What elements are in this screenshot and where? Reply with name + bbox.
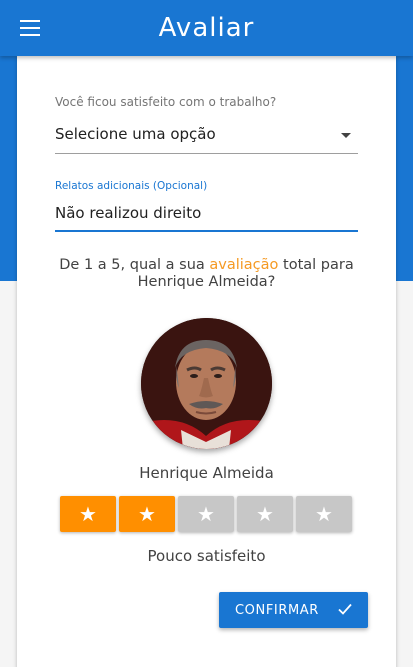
question-highlight: avaliação: [209, 257, 279, 273]
star-button-2[interactable]: ★: [119, 496, 175, 532]
star-button-3[interactable]: ★: [178, 496, 234, 532]
question-worker-name: Henrique Almeida?: [137, 274, 276, 290]
question-text-start: De 1 a 5, qual a sua: [59, 257, 210, 273]
additional-label: Relatos adicionais (Opcional): [55, 180, 208, 192]
avatar: [141, 318, 272, 449]
app-bar: Avaliar: [0, 0, 413, 56]
star-rating: ★ ★ ★ ★ ★: [60, 496, 354, 532]
star-button-5[interactable]: ★: [296, 496, 352, 532]
satisfaction-select[interactable]: Selecione uma opção: [55, 120, 358, 154]
worker-name: Henrique Almeida: [139, 464, 274, 482]
satisfaction-label: Você ficou satisfeito com o trabalho?: [55, 95, 277, 109]
additional-field: [55, 198, 358, 232]
star-icon: ★: [79, 502, 97, 526]
question-text-end: total para: [278, 257, 354, 273]
check-icon: [338, 603, 352, 615]
satisfaction-select-value: Selecione uma opção: [55, 125, 216, 143]
star-button-4[interactable]: ★: [237, 496, 293, 532]
page-title: Avaliar: [158, 13, 255, 43]
rating-question: De 1 a 5, qual a sua avaliação total par…: [37, 257, 376, 291]
rating-card: Você ficou satisfeito com o trabalho? Se…: [17, 56, 396, 667]
star-icon: ★: [197, 502, 215, 526]
star-icon: ★: [256, 502, 274, 526]
star-icon: ★: [138, 502, 156, 526]
confirm-button[interactable]: CONFIRMAR: [219, 592, 368, 628]
confirm-label: CONFIRMAR: [235, 603, 319, 618]
star-button-1[interactable]: ★: [60, 496, 116, 532]
rating-label: Pouco satisfeito: [147, 547, 266, 565]
caret-down-icon: [341, 133, 351, 138]
star-icon: ★: [315, 502, 333, 526]
additional-input[interactable]: [55, 200, 358, 226]
